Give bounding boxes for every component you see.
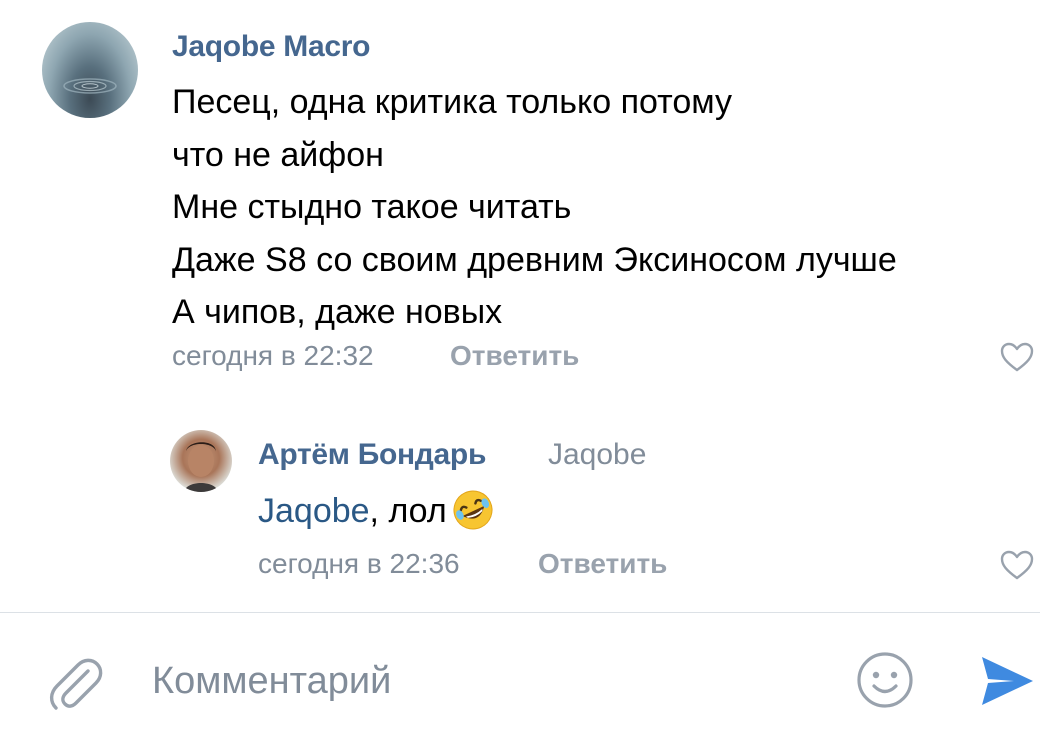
comment-text-line: что не айфон: [172, 135, 384, 174]
comment-text-line: Песец, одна критика только потому: [172, 83, 733, 121]
reply-button[interactable]: Ответить: [450, 340, 579, 372]
smile-icon[interactable]: [856, 651, 914, 709]
reply-to-name[interactable]: Jaqobe: [548, 438, 646, 472]
comment-text: Песец, одна критика только потому что не…: [172, 76, 897, 339]
paperclip-icon[interactable]: [44, 651, 108, 715]
comment-item: Артём Бондарь Jaqobe Jaqobe, лол сегодня…: [0, 400, 1040, 612]
comment-timestamp: сегодня в 22:36: [258, 548, 460, 579]
comment-text-body: , лол: [369, 492, 447, 530]
reply-button[interactable]: Ответить: [538, 548, 667, 580]
comment-timestamp: сегодня в 22:32: [172, 340, 374, 371]
heart-icon[interactable]: [1000, 342, 1034, 372]
water-ripple-image: [63, 78, 117, 94]
comment-author[interactable]: Артём Бондарь: [258, 438, 486, 472]
comment-text: Jaqobe, лол: [258, 488, 495, 532]
comment-input[interactable]: [152, 651, 812, 711]
send-icon[interactable]: [978, 653, 1036, 709]
avatar[interactable]: [170, 430, 232, 492]
person-photo: [184, 442, 218, 492]
comment-text-line: Мне стыдно такое читать: [172, 188, 572, 226]
comment-item: Jaqobe Macro Песец, одна критика только …: [0, 0, 1040, 400]
comment-composer: [0, 613, 1040, 742]
mention-link[interactable]: Jaqobe: [258, 492, 370, 530]
comment-author[interactable]: Jaqobe Macro: [172, 30, 370, 64]
comment-text-line: Даже S8 со своим древним Эксиносом лучше: [172, 240, 897, 279]
comment-text-line: А чипов, даже новых: [172, 293, 503, 331]
avatar[interactable]: [42, 22, 138, 118]
heart-icon[interactable]: [1000, 550, 1034, 580]
rolling-on-floor-laughing-emoji: [453, 490, 493, 530]
